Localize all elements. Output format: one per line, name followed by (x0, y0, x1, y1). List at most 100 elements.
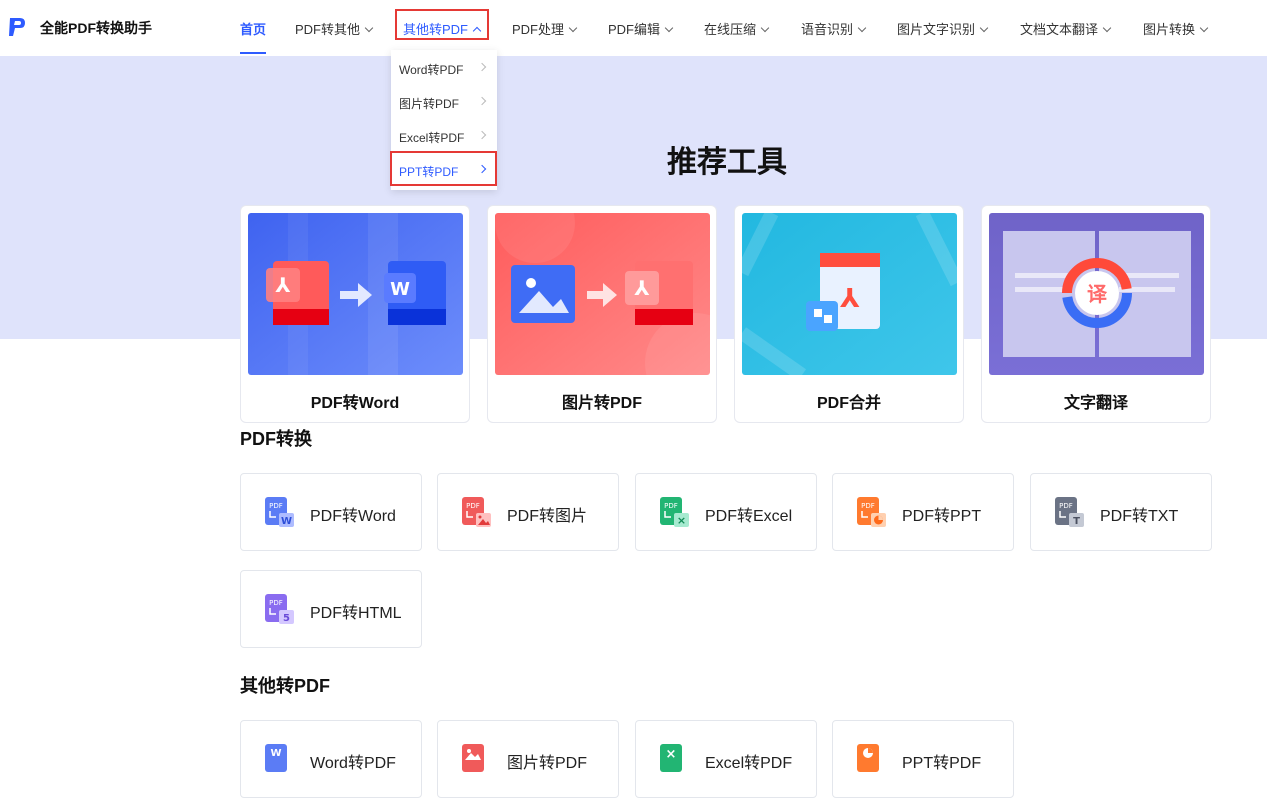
nav-pdf-to-other[interactable]: PDF转其他 (295, 19, 374, 38)
tool-label: PPT转PDF (902, 755, 982, 772)
chevron-right-icon (477, 96, 487, 106)
svg-text:×: × (677, 514, 686, 527)
nav-highlight-box (395, 9, 489, 40)
rec-card-label: PDF合并 (816, 395, 881, 412)
pdf-to-excel-icon: PDF × (660, 497, 689, 527)
tool-label: PDF转TXT (1100, 508, 1179, 525)
excel-to-pdf-icon: × (660, 744, 682, 772)
tool-pdf-to-ppt[interactable]: PDF PDF转PPT (832, 473, 1014, 551)
section-title-pdf-convert: PDF转换 (240, 429, 312, 449)
image-to-pdf-icon (462, 744, 484, 772)
dropdown-item-label: 图片转PDF (399, 97, 460, 111)
rec-card-label: PDF转Word (310, 395, 400, 412)
tool-label: PDF转Word (310, 508, 396, 525)
tool-label: PDF转PPT (902, 508, 982, 525)
nav-speech-recognition[interactable]: 语音识别 (801, 19, 867, 38)
svg-text:W: W (281, 516, 292, 527)
tool-pdf-to-image[interactable]: PDF PDF转图片 (437, 473, 619, 551)
tool-pdf-to-word[interactable]: PDF W PDF转Word (240, 473, 422, 551)
ppt-to-pdf-icon (857, 744, 879, 772)
pdf-to-word-icon: PDF W (265, 497, 294, 527)
translate-glyph: 译 (1087, 282, 1108, 306)
chevron-right-icon (477, 62, 487, 72)
svg-text:⅄: ⅄ (839, 284, 860, 314)
tool-label: PDF转HTML (310, 605, 402, 622)
chevron-down-icon (1199, 23, 1209, 33)
tool-pdf-to-html[interactable]: PDF 5 PDF转HTML (240, 570, 422, 648)
chevron-down-icon (664, 23, 674, 33)
svg-text:T: T (1073, 516, 1080, 527)
nav-image-convert-label: 图片转换 (1143, 22, 1196, 37)
svg-text:⅄: ⅄ (633, 276, 649, 300)
chevron-down-icon (857, 23, 867, 33)
svg-text:PDF: PDF (269, 599, 283, 607)
dropdown-item-image-to-pdf[interactable]: 图片转PDF (391, 85, 497, 119)
tool-word-to-pdf[interactable]: W Word转PDF (240, 720, 422, 798)
dropdown-item-label: Excel转PDF (399, 131, 465, 145)
pdf-to-word-icon: ⅄ W (248, 213, 463, 375)
tool-ppt-to-pdf[interactable]: PPT转PDF (832, 720, 1014, 798)
rec-card-label: 文字翻译 (1063, 395, 1128, 412)
nav-home[interactable]: 首页 (240, 19, 266, 38)
chevron-down-icon (1102, 23, 1112, 33)
image-to-pdf-icon: ⅄ (495, 213, 710, 375)
tool-pdf-to-excel[interactable]: PDF × PDF转Excel (635, 473, 817, 551)
svg-text:W: W (390, 279, 410, 300)
chevron-down-icon (979, 23, 989, 33)
app-logo-icon[interactable] (8, 17, 26, 37)
pdf-to-ppt-icon: PDF (857, 497, 886, 527)
svg-text:PDF: PDF (269, 502, 283, 510)
rec-card-text-translate[interactable]: 译 文字翻译 (981, 205, 1211, 423)
dropdown-item-word-to-pdf[interactable]: Word转PDF (391, 51, 497, 85)
rec-card-pdf-to-word[interactable]: ⅄ W PDF转Word (240, 205, 470, 423)
active-nav-underline (240, 52, 266, 54)
svg-text:PDF: PDF (466, 502, 480, 510)
svg-text:PDF: PDF (664, 502, 678, 510)
nav-pdf-to-other-label: PDF转其他 (295, 22, 361, 37)
nav-pdf-edit-label: PDF编辑 (608, 22, 661, 37)
tool-image-to-pdf[interactable]: 图片转PDF (437, 720, 619, 798)
chevron-down-icon (364, 23, 374, 33)
tool-label: Word转PDF (310, 755, 396, 772)
svg-text:PDF: PDF (861, 502, 875, 510)
tool-pdf-to-txt[interactable]: PDF T PDF转TXT (1030, 473, 1212, 551)
app-name[interactable]: 全能PDF转换助手 (40, 18, 152, 38)
nav-image-ocr[interactable]: 图片文字识别 (897, 19, 989, 38)
nav-pdf-process[interactable]: PDF处理 (512, 19, 578, 38)
image-to-pdf-illustration: ⅄ (495, 213, 710, 375)
pdf-to-html-icon: PDF 5 (265, 594, 294, 624)
pdf-to-word-illustration: ⅄ W (248, 213, 463, 375)
nav-doc-translate[interactable]: 文档文本翻译 (1020, 19, 1112, 38)
rec-card-label: 图片转PDF (561, 395, 642, 412)
svg-text:×: × (666, 747, 677, 762)
pdf-to-image-icon: PDF (462, 497, 491, 527)
rec-card-pdf-merge[interactable]: ⅄ PDF合并 (734, 205, 964, 423)
recommended-tools-title: 推荐工具 (667, 146, 787, 179)
svg-text:⅄: ⅄ (274, 273, 290, 297)
tool-label: PDF转Excel (705, 508, 793, 525)
tool-label: 图片转PDF (507, 755, 588, 772)
rec-card-image-to-pdf[interactable]: ⅄ 图片转PDF (487, 205, 717, 423)
nav-speech-recognition-label: 语音识别 (801, 22, 854, 37)
nav-pdf-process-label: PDF处理 (512, 22, 565, 37)
dropdown-item-excel-to-pdf[interactable]: Excel转PDF (391, 119, 497, 153)
pdf-to-txt-icon: PDF T (1055, 497, 1084, 527)
nav-pdf-edit[interactable]: PDF编辑 (608, 19, 674, 38)
svg-text:5: 5 (283, 613, 290, 624)
nav-image-convert[interactable]: 图片转换 (1143, 19, 1209, 38)
chevron-down-icon (568, 23, 578, 33)
text-translate-illustration: 译 (989, 213, 1204, 375)
section-title-other-to-pdf: 其他转PDF (240, 676, 330, 696)
tool-excel-to-pdf[interactable]: × Excel转PDF (635, 720, 817, 798)
pdf-merge-illustration: ⅄ (742, 213, 957, 375)
translate-icon: 译 (989, 213, 1204, 375)
dropdown-item-label: Word转PDF (399, 63, 464, 77)
pdf-merge-icon: ⅄ (742, 213, 957, 375)
nav-online-compress-label: 在线压缩 (704, 22, 757, 37)
chevron-down-icon (760, 23, 770, 33)
nav-online-compress[interactable]: 在线压缩 (704, 19, 770, 38)
word-to-pdf-icon: W (265, 744, 287, 772)
dropdown-highlight-box (390, 151, 497, 186)
top-navigation-bar: 全能PDF转换助手 首页 PDF转其他 其他转PDF PDF处理 PDF编辑 在… (0, 0, 1267, 56)
nav-image-ocr-label: 图片文字识别 (897, 22, 976, 37)
